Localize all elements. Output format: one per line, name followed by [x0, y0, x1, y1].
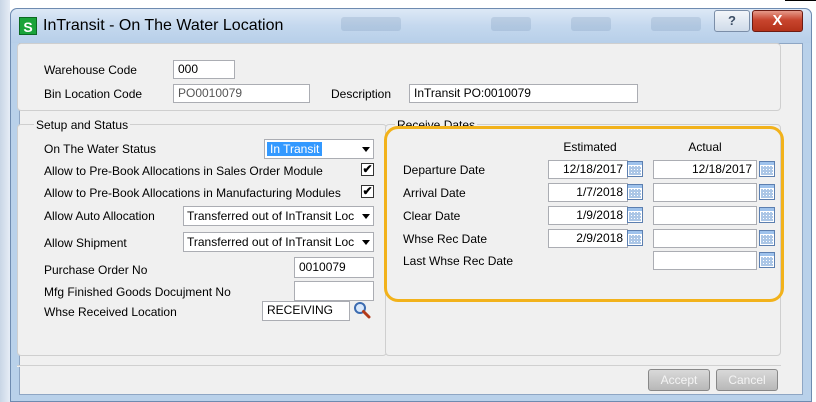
background-blur [491, 17, 531, 31]
prebook-mfg-checkbox[interactable]: ✔ [361, 185, 374, 198]
background-blur [341, 17, 401, 31]
whse-received-field[interactable]: RECEIVING [262, 301, 350, 321]
cancel-button-label: Cancel [728, 373, 766, 387]
chevron-down-icon [362, 240, 370, 245]
mfg-document-field[interactable] [294, 281, 374, 301]
on-the-water-status-select[interactable]: In Transit [264, 139, 374, 159]
whse-received-label: Whse Received Location [44, 305, 177, 319]
auto-allocation-value: Transferred out of InTransit Loc [187, 209, 355, 223]
auto-allocation-select[interactable]: Transferred out of InTransit Loc [183, 206, 374, 226]
accept-button-label: Accept [660, 373, 698, 387]
title-bar[interactable]: S InTransit - On The Water Location ? X [11, 9, 811, 43]
cancel-button[interactable]: Cancel [716, 369, 778, 391]
auto-allocation-label: Allow Auto Allocation [44, 209, 155, 223]
lookup-icon[interactable] [353, 301, 371, 319]
purchase-order-label: Purchase Order No [44, 263, 148, 277]
background-window-edge [0, 0, 10, 402]
description-field[interactable]: InTransit PO:0010079 [409, 84, 638, 103]
on-the-water-status-value: In Transit [267, 142, 323, 156]
purchase-order-field[interactable]: 0010079 [294, 257, 374, 278]
prebook-sales-label: Allow to Pre-Book Allocations in Sales O… [44, 164, 323, 178]
highlight-annotation [384, 126, 784, 302]
allow-shipment-value: Transferred out of InTransit Loc [187, 235, 355, 249]
warehouse-code-field[interactable]: 000 [173, 60, 235, 79]
accept-button[interactable]: Accept [648, 369, 710, 391]
allow-shipment-label: Allow Shipment [44, 236, 127, 250]
setup-status-group-label: Setup and Status [34, 118, 131, 132]
description-label: Description [331, 87, 392, 101]
close-button[interactable]: X [752, 10, 803, 32]
prebook-mfg-label: Allow to Pre-Book Allocations in Manufac… [44, 186, 341, 200]
chevron-down-icon [362, 214, 370, 219]
allow-shipment-select[interactable]: Transferred out of InTransit Loc [183, 232, 374, 252]
bin-location-field[interactable]: PO0010079 [173, 84, 310, 103]
chevron-down-icon [362, 147, 370, 152]
background-line [785, 0, 816, 1]
on-the-water-status-label: On The Water Status [44, 142, 157, 156]
bottom-separator [17, 365, 781, 367]
prebook-sales-checkbox[interactable]: ✔ [361, 163, 374, 176]
background-blur [571, 17, 611, 31]
warehouse-code-label: Warehouse Code [44, 63, 137, 77]
bin-location-label: Bin Location Code [44, 87, 143, 101]
help-button[interactable]: ? [714, 10, 750, 32]
mfg-document-label: Mfg Finished Goods Docujment No [44, 285, 231, 299]
background-blur [651, 17, 701, 31]
app-icon: S [19, 17, 37, 35]
window-title: InTransit - On The Water Location [43, 17, 284, 34]
